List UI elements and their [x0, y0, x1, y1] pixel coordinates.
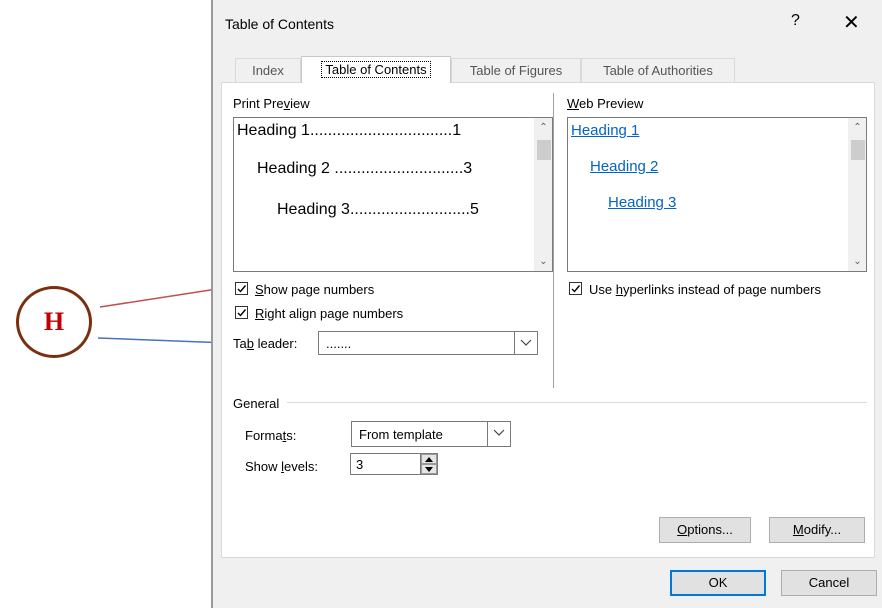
tab-leader-label: Tab leader: — [233, 336, 298, 351]
annotation-arrow-to-tab-leader — [97, 334, 230, 350]
preview-heading-2: Heading 2 .............................3 — [257, 160, 473, 177]
print-preview-box[interactable]: Heading 1...............................… — [233, 117, 553, 272]
chevron-down-icon[interactable] — [514, 332, 537, 354]
preview-heading-1: Heading 1...............................… — [237, 122, 462, 139]
tab-leader-select[interactable]: ....... — [318, 331, 538, 355]
web-preview-scrollbar[interactable]: ⌃ ⌄ — [848, 118, 866, 271]
preview-separator — [553, 93, 554, 388]
use-hyperlinks-label[interactable]: Use hyperlinks instead of page numbers — [589, 282, 821, 297]
right-align-checkbox[interactable] — [235, 306, 248, 319]
chevron-down-icon[interactable] — [487, 422, 510, 446]
show-page-numbers-checkbox[interactable] — [235, 282, 248, 295]
show-levels-label: Show levels: — [245, 459, 318, 474]
help-button[interactable]: ? — [791, 12, 800, 30]
annotation-arrows — [97, 281, 232, 350]
close-icon[interactable]: ✕ — [843, 10, 860, 35]
scroll-down-icon[interactable]: ⌄ — [849, 256, 866, 267]
web-preview-box[interactable]: Heading 1 Heading 2 Heading 3 ⌃ ⌄ — [567, 117, 867, 272]
general-group-line — [287, 402, 867, 403]
cancel-button[interactable]: Cancel — [781, 570, 877, 596]
web-preview-link-1[interactable]: Heading 1 — [571, 122, 639, 139]
scroll-up-icon[interactable]: ⌃ — [849, 122, 866, 133]
web-preview-label: Web Preview — [567, 96, 644, 111]
show-levels-value: 3 — [356, 457, 364, 472]
general-group-label: General — [233, 396, 280, 411]
ok-button[interactable]: OK — [670, 570, 766, 596]
scroll-down-icon[interactable]: ⌄ — [535, 256, 552, 267]
web-preview-link-2[interactable]: Heading 2 — [590, 158, 658, 175]
tab-leader-value: ....... — [326, 336, 352, 351]
tab-index[interactable]: Index — [235, 58, 301, 82]
right-align-label[interactable]: Right align page numbers — [255, 306, 403, 321]
checkmark-icon — [237, 309, 247, 317]
formats-value: From template — [359, 427, 443, 442]
show-page-numbers-label[interactable]: Show page numbers — [255, 282, 374, 297]
preview-heading-3: Heading 3...........................5 — [277, 201, 479, 218]
scroll-thumb[interactable] — [537, 140, 551, 160]
tab-table-of-figures[interactable]: Table of Figures — [451, 58, 581, 82]
options-button[interactable]: Options... — [659, 517, 751, 543]
scroll-thumb[interactable] — [851, 140, 865, 160]
dialog-title: Table of Contents — [225, 16, 334, 32]
show-levels-stepper[interactable]: 3 — [350, 453, 438, 475]
checkmark-icon — [237, 285, 247, 293]
web-preview-link-3[interactable]: Heading 3 — [608, 194, 676, 211]
toc-dialog: Table of Contents ? ✕ Index Table of Con… — [213, 0, 882, 608]
checkmark-icon — [571, 285, 581, 293]
tab-table-of-authorities[interactable]: Table of Authorities — [581, 58, 735, 82]
increment-button[interactable] — [421, 454, 437, 464]
tab-table-of-contents[interactable]: Table of Contents — [301, 56, 451, 83]
decrement-button[interactable] — [421, 464, 437, 474]
formats-select[interactable]: From template — [351, 421, 511, 447]
use-hyperlinks-checkbox[interactable] — [569, 282, 582, 295]
formats-label: Formats: — [245, 428, 297, 443]
scroll-up-icon[interactable]: ⌃ — [535, 122, 552, 133]
modify-button[interactable]: Modify... — [769, 517, 865, 543]
print-preview-scrollbar[interactable]: ⌃ ⌄ — [534, 118, 552, 271]
print-preview-label: Print Preview — [233, 96, 310, 111]
